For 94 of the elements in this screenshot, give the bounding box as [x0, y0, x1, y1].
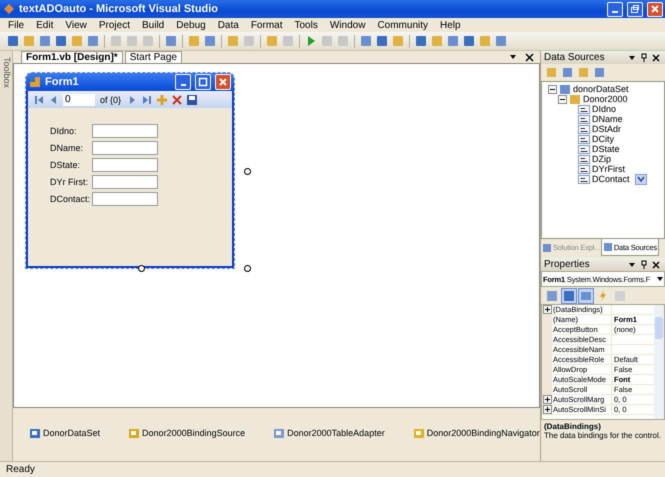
tree-item[interactable]: DYrFirst: [592, 164, 625, 174]
dropdown-icon[interactable]: [509, 53, 517, 61]
window-title: textADOauto - Microsoft Visual Studio: [19, 3, 218, 15]
form-title: Form1: [45, 76, 79, 88]
text-column-icon: [578, 124, 590, 134]
resize-handle[interactable]: [138, 265, 145, 272]
add-icon[interactable]: [156, 94, 168, 106]
restore-icon: [630, 4, 640, 14]
position-field[interactable]: 0: [63, 94, 95, 106]
pin-icon[interactable]: [640, 53, 648, 62]
document-tab[interactable]: Start Page: [124, 51, 182, 63]
expand-icon[interactable]: [542, 305, 552, 314]
text-field[interactable]: [92, 124, 158, 138]
form-icon: [29, 76, 41, 88]
dropdown-icon[interactable]: [628, 54, 636, 62]
component-label[interactable]: Donor2000BindingNavigator: [426, 428, 540, 438]
close-icon: [218, 77, 228, 87]
description-text: The data bindings for the control.: [544, 431, 662, 440]
menu-item[interactable]: Edit: [30, 20, 60, 30]
app-icon: [3, 3, 15, 15]
field-label: DYr First:: [50, 177, 89, 187]
text-field[interactable]: [92, 175, 158, 189]
close-icon: [650, 4, 660, 14]
menu-item[interactable]: Community: [371, 20, 434, 30]
dropdown-icon[interactable]: [628, 260, 636, 268]
expand-icon[interactable]: [542, 405, 552, 414]
menu-item[interactable]: Tools: [288, 20, 324, 30]
chevron-down-icon: [636, 176, 645, 182]
menu-item[interactable]: Format: [244, 20, 288, 30]
scrollbar[interactable]: [654, 305, 664, 419]
field-label: DContact:: [50, 194, 92, 204]
maximize-icon: [198, 77, 208, 87]
tree-item[interactable]: DContact: [592, 174, 630, 184]
tree-item[interactable]: DZip: [592, 154, 612, 164]
field-label: DIdno:: [50, 126, 78, 136]
restore-button[interactable]: [627, 2, 643, 16]
menu-item[interactable]: Debug: [170, 20, 212, 30]
pin-icon[interactable]: [640, 260, 648, 269]
tree-item[interactable]: donorDataSet: [573, 84, 629, 94]
text-field[interactable]: [92, 192, 158, 206]
tree-item[interactable]: Donor2000: [583, 94, 628, 104]
text-column-icon: [578, 134, 590, 144]
close-icon[interactable]: [652, 260, 660, 268]
dropdown-icon: [657, 276, 663, 282]
menu-item[interactable]: File: [2, 20, 30, 30]
dropdown-button[interactable]: [634, 174, 647, 184]
close-button[interactable]: [647, 2, 663, 16]
component-label[interactable]: Donor2000BindingSource: [142, 428, 246, 438]
text-column-icon: [578, 164, 590, 174]
menu-item[interactable]: Build: [136, 20, 170, 30]
close-button[interactable]: [215, 74, 231, 90]
resize-handle[interactable]: [244, 265, 251, 272]
field-label: DState:: [50, 160, 82, 170]
document-tab[interactable]: Form1.vb [Design]*: [21, 51, 123, 63]
field-label: DName:: [50, 143, 84, 153]
text-column-icon: [578, 174, 590, 184]
first-record-icon[interactable]: [33, 94, 45, 106]
resize-handle[interactable]: [244, 168, 251, 175]
expand-icon[interactable]: [542, 395, 552, 404]
menu-item[interactable]: Data: [212, 20, 245, 30]
record-count: of {0}: [99, 94, 122, 104]
close-icon[interactable]: [652, 54, 660, 62]
text-column-icon: [578, 154, 590, 164]
text-column-icon: [578, 144, 590, 154]
text-column-icon: [578, 104, 590, 114]
minimize-icon: [612, 11, 618, 13]
tree-item[interactable]: DStAdr: [592, 124, 622, 134]
panel-title: Properties: [544, 259, 590, 270]
panel-title: Data Sources: [544, 52, 605, 63]
maximize-button[interactable]: [195, 74, 211, 90]
component-label[interactable]: Donor2000TableAdapter: [287, 428, 385, 438]
collapse-icon[interactable]: [548, 84, 557, 94]
close-icon[interactable]: [525, 52, 534, 62]
toolbox-tab[interactable]: Toolbox: [0, 51, 13, 461]
menu-item[interactable]: Project: [92, 20, 136, 30]
menu-item[interactable]: Help: [434, 20, 467, 30]
minimize-icon: [180, 84, 186, 86]
menu-item[interactable]: View: [59, 20, 93, 30]
component-label[interactable]: DonorDataSet: [43, 428, 100, 438]
last-record-icon[interactable]: [141, 94, 154, 106]
minimize-button[interactable]: [175, 74, 191, 90]
tree-item[interactable]: DName: [592, 114, 623, 124]
tree-item[interactable]: DState: [592, 144, 620, 154]
collapse-icon[interactable]: [558, 94, 567, 104]
text-field[interactable]: [92, 158, 158, 172]
tree-item[interactable]: DCity: [592, 134, 614, 144]
text-column-icon: [578, 114, 590, 124]
minimize-button[interactable]: [607, 2, 623, 16]
form-window[interactable]: Form1 0 of {0} DIdno: DName: DState: DYr First: DContact:: [26, 73, 234, 268]
text-field[interactable]: [92, 141, 158, 155]
description-title: (DataBindings): [544, 422, 602, 431]
menu-item[interactable]: Window: [324, 20, 372, 30]
status-text: Ready: [6, 464, 35, 475]
tree-item[interactable]: DIdno: [592, 104, 616, 114]
